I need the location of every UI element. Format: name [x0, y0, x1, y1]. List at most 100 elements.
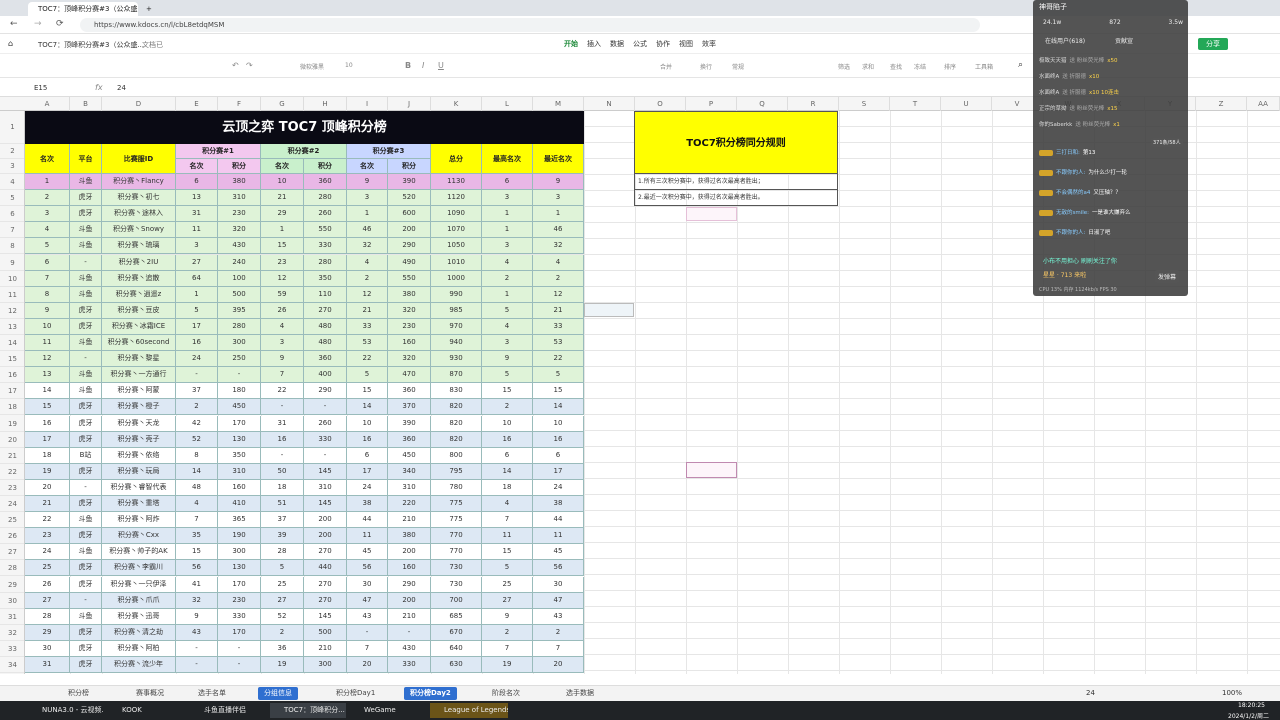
- cell-s2-rank[interactable]: 50: [261, 463, 304, 480]
- row-header[interactable]: 21: [0, 448, 24, 464]
- cell-s3-rank[interactable]: 3: [347, 190, 388, 207]
- cell-platform[interactable]: 斗鱼: [70, 335, 102, 351]
- cell-s1-rank[interactable]: 14: [176, 463, 218, 480]
- cell-player-id[interactable]: 积分赛丶琉璃: [102, 238, 176, 255]
- cell-recent-rank[interactable]: 5: [533, 367, 584, 384]
- cell-total[interactable]: 685: [431, 608, 482, 625]
- cell-recent-rank[interactable]: 38: [533, 496, 584, 512]
- header-session-1[interactable]: 积分赛#1: [176, 144, 261, 159]
- cell-s3-points[interactable]: 210: [388, 512, 431, 529]
- cell-s1-points[interactable]: 130: [218, 560, 261, 577]
- cell-platform[interactable]: 虎牙: [70, 576, 102, 593]
- cell-platform[interactable]: -: [70, 351, 102, 368]
- cell-s2-rank[interactable]: 3: [261, 335, 304, 351]
- cell-total[interactable]: 1090: [431, 206, 482, 223]
- cell-platform[interactable]: 斗鱼: [70, 238, 102, 255]
- row-header[interactable]: 10: [0, 271, 24, 287]
- cell-s1-rank[interactable]: 24: [176, 351, 218, 368]
- cell-s3-rank[interactable]: 24: [347, 479, 388, 496]
- cell-s2-points[interactable]: 350: [304, 270, 347, 287]
- cell-s3-points[interactable]: 380: [388, 528, 431, 545]
- cell-total[interactable]: 985: [431, 302, 482, 319]
- column-header[interactable]: R: [788, 97, 839, 111]
- cell-s2-rank[interactable]: 12: [261, 270, 304, 287]
- header-sub-rank[interactable]: 名次: [347, 159, 388, 174]
- cell-s1-rank[interactable]: 13: [176, 190, 218, 207]
- cell-s2-points[interactable]: 145: [304, 496, 347, 512]
- cell-platform[interactable]: 虎牙: [70, 318, 102, 335]
- cell-recent-rank[interactable]: 43: [533, 608, 584, 625]
- cell-total[interactable]: 630: [431, 657, 482, 673]
- cell-recent-rank[interactable]: 2: [533, 270, 584, 287]
- row-header[interactable]: 34: [0, 657, 24, 673]
- ribbon-tab[interactable]: 数据: [610, 39, 624, 49]
- cell-s2-points[interactable]: 210: [304, 640, 347, 657]
- cell-s2-rank[interactable]: 52: [261, 608, 304, 625]
- cell-s1-points[interactable]: 310: [218, 463, 261, 480]
- cell-platform[interactable]: 虎牙: [70, 399, 102, 416]
- cell-s3-rank[interactable]: 12: [347, 286, 388, 303]
- cell-s3-rank[interactable]: 15: [347, 383, 388, 400]
- cell-s1-points[interactable]: 170: [218, 576, 261, 593]
- cell-platform[interactable]: -: [70, 254, 102, 271]
- cell-s1-points[interactable]: 430: [218, 238, 261, 255]
- row-header[interactable]: 4: [0, 174, 24, 190]
- column-header[interactable]: P: [686, 97, 737, 111]
- cell-s3-points[interactable]: 290: [388, 576, 431, 593]
- cell-s2-points[interactable]: 360: [304, 351, 347, 368]
- row-header[interactable]: 13: [0, 319, 24, 335]
- cell-s1-rank[interactable]: 17: [176, 318, 218, 335]
- cell-rank[interactable]: 27: [25, 592, 70, 609]
- cell-s2-rank[interactable]: 4: [261, 318, 304, 335]
- cell-s1-points[interactable]: 350: [218, 447, 261, 464]
- row-header[interactable]: 22: [0, 464, 24, 480]
- header-sub-points[interactable]: 积分: [218, 159, 261, 174]
- row-header[interactable]: 24: [0, 496, 24, 512]
- taskbar-app[interactable]: KOOK: [108, 703, 186, 718]
- cell-s3-rank[interactable]: 7: [347, 640, 388, 657]
- cell-s3-rank[interactable]: 6: [347, 447, 388, 464]
- cell-comment-marker[interactable]: [686, 462, 737, 478]
- column-header[interactable]: N: [584, 97, 635, 111]
- share-button[interactable]: 分享: [1198, 38, 1228, 50]
- toolbox-button[interactable]: 工具箱: [975, 62, 993, 71]
- cell-s2-points[interactable]: -: [304, 399, 347, 416]
- cell-total[interactable]: 1050: [431, 238, 482, 255]
- sum-button[interactable]: 求和: [862, 62, 874, 71]
- cell-s3-points[interactable]: 380: [388, 286, 431, 303]
- cell-player-id[interactable]: 积分赛丶逍遥z: [102, 286, 176, 303]
- taskbar-app[interactable]: WeGame: [350, 703, 426, 718]
- cell-total[interactable]: 930: [431, 351, 482, 368]
- row-header[interactable]: 14: [0, 335, 24, 351]
- cell-s1-rank[interactable]: 2: [176, 399, 218, 416]
- cell-s1-rank[interactable]: -: [176, 367, 218, 384]
- cell-s2-points[interactable]: 110: [304, 286, 347, 303]
- cell-best-rank[interactable]: 14: [482, 463, 533, 480]
- cell-s1-points[interactable]: 170: [218, 415, 261, 432]
- cell-total[interactable]: 820: [431, 431, 482, 448]
- cell-player-id[interactable]: 积分赛丶Snowy: [102, 222, 176, 239]
- row-header[interactable]: 6: [0, 206, 24, 223]
- row-header[interactable]: 9: [0, 255, 24, 271]
- cell-s2-rank[interactable]: 10: [261, 174, 304, 190]
- cell-s3-points[interactable]: 320: [388, 351, 431, 368]
- cell-s1-rank[interactable]: 32: [176, 592, 218, 609]
- cell-s1-rank[interactable]: 6: [176, 174, 218, 190]
- cell-s2-points[interactable]: 310: [304, 479, 347, 496]
- cell-best-rank[interactable]: 15: [482, 383, 533, 400]
- cell-s1-rank[interactable]: 7: [176, 512, 218, 529]
- cell-s1-points[interactable]: 130: [218, 431, 261, 448]
- cell-best-rank[interactable]: 19: [482, 657, 533, 673]
- cell-s2-points[interactable]: 200: [304, 528, 347, 545]
- cell-platform[interactable]: 斗鱼: [70, 174, 102, 190]
- cell-s1-points[interactable]: 500: [218, 286, 261, 303]
- row-header[interactable]: 18: [0, 399, 24, 416]
- cell-platform[interactable]: -: [70, 479, 102, 496]
- row-header[interactable]: 27: [0, 544, 24, 561]
- cell-s1-rank[interactable]: -: [176, 657, 218, 673]
- cell-recent-rank[interactable]: 1: [533, 206, 584, 223]
- cell-s2-rank[interactable]: 29: [261, 206, 304, 223]
- column-header[interactable]: F: [218, 97, 261, 111]
- cell-player-id[interactable]: 积分赛丶迅哥: [102, 608, 176, 625]
- cell-s2-points[interactable]: 480: [304, 318, 347, 335]
